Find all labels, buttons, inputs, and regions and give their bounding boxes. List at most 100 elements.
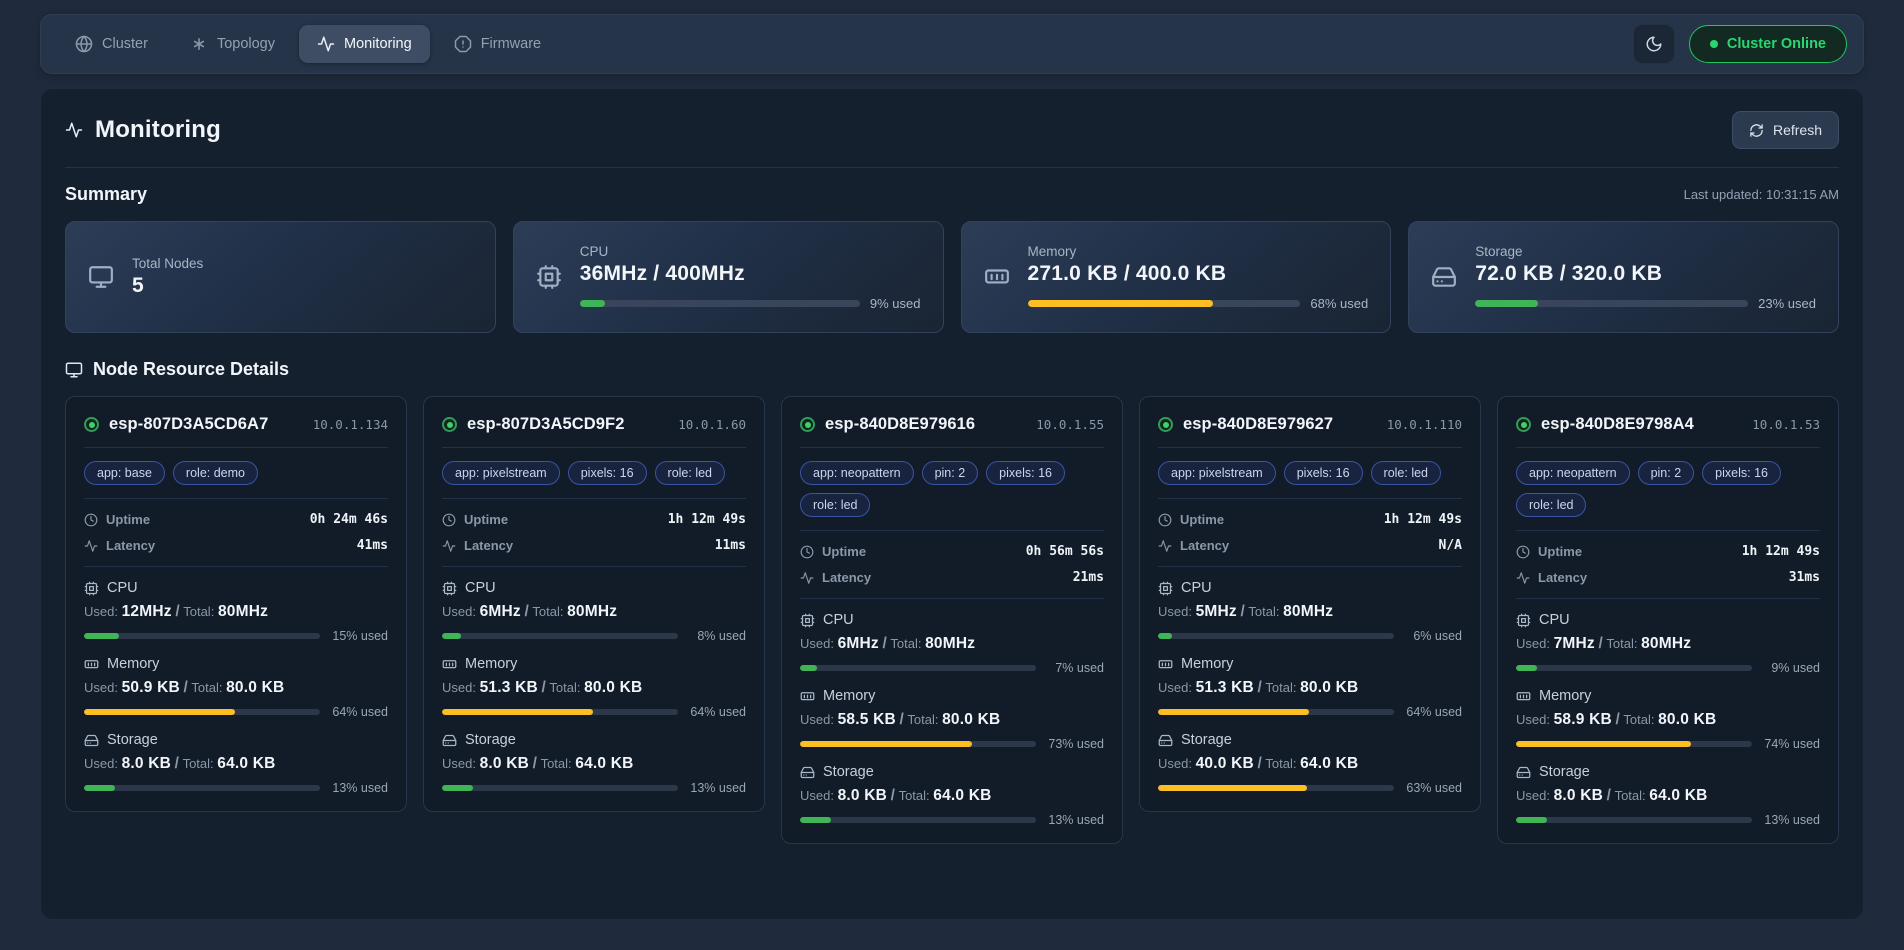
node-tag: pixels: 16 — [568, 461, 647, 485]
resource-progress: 13% used — [1516, 813, 1820, 827]
resource-progress: 15% used — [84, 629, 388, 643]
refresh-icon — [1749, 123, 1764, 138]
top-navbar: Cluster Topology Monitoring Firmware Clu… — [40, 14, 1864, 74]
progress-track — [1158, 633, 1394, 639]
cpu-section: CPU Used: 6MHz / Total: 80MHz 8% used — [442, 580, 746, 643]
resource-usage-line: Used: 40.0 KB / Total: 64.0 KB — [1158, 755, 1462, 773]
used-value: 8.0 KB — [1554, 787, 1603, 804]
node-status-dot-icon — [1516, 417, 1531, 432]
used-value: 8.0 KB — [480, 755, 529, 772]
card-divider — [1158, 498, 1462, 499]
tab-topology[interactable]: Topology — [172, 25, 293, 63]
node-name: esp-807D3A5CD6A7 — [109, 415, 268, 434]
used-value: 58.9 KB — [1554, 711, 1612, 728]
node-name: esp-840D8E979616 — [825, 415, 975, 434]
last-updated-text: Last updated: 10:31:15 AM — [1684, 187, 1839, 202]
latency-value: 31ms — [1789, 570, 1820, 585]
node-tag: pixels: 16 — [1702, 461, 1781, 485]
resource-label: CPU — [107, 580, 138, 596]
tab-firmware[interactable]: Firmware — [436, 25, 559, 63]
resource-usage-line: Used: 51.3 KB / Total: 80.0 KB — [1158, 679, 1462, 697]
resource-label: CPU — [823, 612, 854, 628]
uptime-label: Uptime — [106, 512, 150, 527]
clock-icon — [1516, 545, 1530, 559]
uptime-row: Uptime 1h 12m 49s — [1516, 544, 1820, 559]
resource-label: Memory — [465, 656, 517, 672]
tab-monitoring[interactable]: Monitoring — [299, 25, 430, 63]
node-header: esp-840D8E979616 10.0.1.55 — [800, 415, 1104, 434]
node-card: esp-807D3A5CD6A7 10.0.1.134 app: baserol… — [65, 396, 407, 812]
card-divider — [1158, 566, 1462, 567]
total-value: 64.0 KB — [217, 755, 275, 772]
progress-fill — [84, 785, 115, 791]
total-value: 80.0 KB — [1300, 679, 1358, 696]
progress-fill — [442, 633, 461, 639]
resource-progress: 63% used — [1158, 781, 1462, 795]
moon-icon — [1645, 35, 1663, 53]
uptime-label: Uptime — [822, 544, 866, 559]
uptime-row: Uptime 0h 24m 46s — [84, 512, 388, 527]
percent-used-label: 15% used — [330, 629, 388, 643]
uptime-label: Uptime — [1538, 544, 1582, 559]
online-dot-icon — [1710, 40, 1718, 48]
node-tag: app: neopattern — [800, 461, 914, 485]
summary-card-memory: Memory 271.0 KB / 400.0 KB 68% used — [961, 221, 1392, 333]
uptime-label: Uptime — [1180, 512, 1224, 527]
used-value: 40.0 KB — [1196, 755, 1254, 772]
memory-section: Memory Used: 51.3 KB / Total: 80.0 KB 64… — [1158, 656, 1462, 719]
resource-usage-line: Used: 5MHz / Total: 80MHz — [1158, 603, 1462, 621]
progress-track — [84, 709, 320, 715]
summary-card-total-nodes: Total Nodes 5 — [65, 221, 496, 333]
memory-section: Memory Used: 51.3 KB / Total: 80.0 KB 64… — [442, 656, 746, 719]
node-name: esp-840D8E979627 — [1183, 415, 1333, 434]
total-value: 80.0 KB — [584, 679, 642, 696]
activity-icon — [317, 35, 335, 53]
latency-label: Latency — [822, 570, 871, 585]
theme-toggle-button[interactable] — [1633, 24, 1675, 64]
progress-track — [1516, 741, 1752, 747]
used-value: 6MHz — [838, 635, 879, 652]
resource-label: Storage — [1181, 732, 1232, 748]
cpu-icon — [84, 581, 99, 596]
node-tags: app: baserole: demo — [84, 461, 388, 485]
monitor-icon — [88, 264, 114, 290]
details-title-text: Node Resource Details — [93, 359, 289, 380]
resource-label: Storage — [1539, 764, 1590, 780]
percent-used-label: 64% used — [688, 705, 746, 719]
progress-fill — [442, 709, 593, 715]
summary-cards: Total Nodes 5 CPU 36MHz / 400MHz 9% used… — [65, 221, 1839, 333]
resource-usage-line: Used: 58.9 KB / Total: 80.0 KB — [1516, 711, 1820, 729]
used-value: 5MHz — [1196, 603, 1237, 620]
percent-used-label: 13% used — [688, 781, 746, 795]
summary-title: Summary — [65, 184, 147, 205]
cluster-status-button[interactable]: Cluster Online — [1689, 25, 1847, 63]
tab-cluster[interactable]: Cluster — [57, 25, 166, 63]
refresh-button[interactable]: Refresh — [1732, 111, 1839, 149]
memory-section: Memory Used: 50.9 KB / Total: 80.0 KB 64… — [84, 656, 388, 719]
percent-used-label: 8% used — [688, 629, 746, 643]
harddrive-icon — [800, 765, 815, 780]
resource-progress: 13% used — [800, 813, 1104, 827]
percent-used-label: 9% used — [1762, 661, 1820, 675]
activity-icon — [84, 539, 98, 553]
node-header: esp-807D3A5CD6A7 10.0.1.134 — [84, 415, 388, 434]
resource-label: Storage — [823, 764, 874, 780]
progress-track — [1516, 817, 1752, 823]
used-value: 7MHz — [1554, 635, 1595, 652]
node-tags: app: neopatternpin: 2pixels: 16role: led — [800, 461, 1104, 517]
resource-usage-line: Used: 58.5 KB / Total: 80.0 KB — [800, 711, 1104, 729]
node-tag: pixels: 16 — [1284, 461, 1363, 485]
activity-icon — [1516, 571, 1530, 585]
activity-icon — [1158, 539, 1172, 553]
summary-card-value: 72.0 KB / 320.0 KB — [1475, 262, 1816, 286]
progress-track — [84, 785, 320, 791]
total-value: 64.0 KB — [1300, 755, 1358, 772]
globe-icon — [75, 35, 93, 53]
resource-progress: 73% used — [800, 737, 1104, 751]
total-value: 64.0 KB — [1649, 787, 1707, 804]
progress-fill — [800, 665, 817, 671]
latency-row: Latency 11ms — [442, 538, 746, 553]
harddrive-icon — [1516, 765, 1531, 780]
harddrive-icon — [1158, 733, 1173, 748]
resource-progress: 13% used — [84, 781, 388, 795]
